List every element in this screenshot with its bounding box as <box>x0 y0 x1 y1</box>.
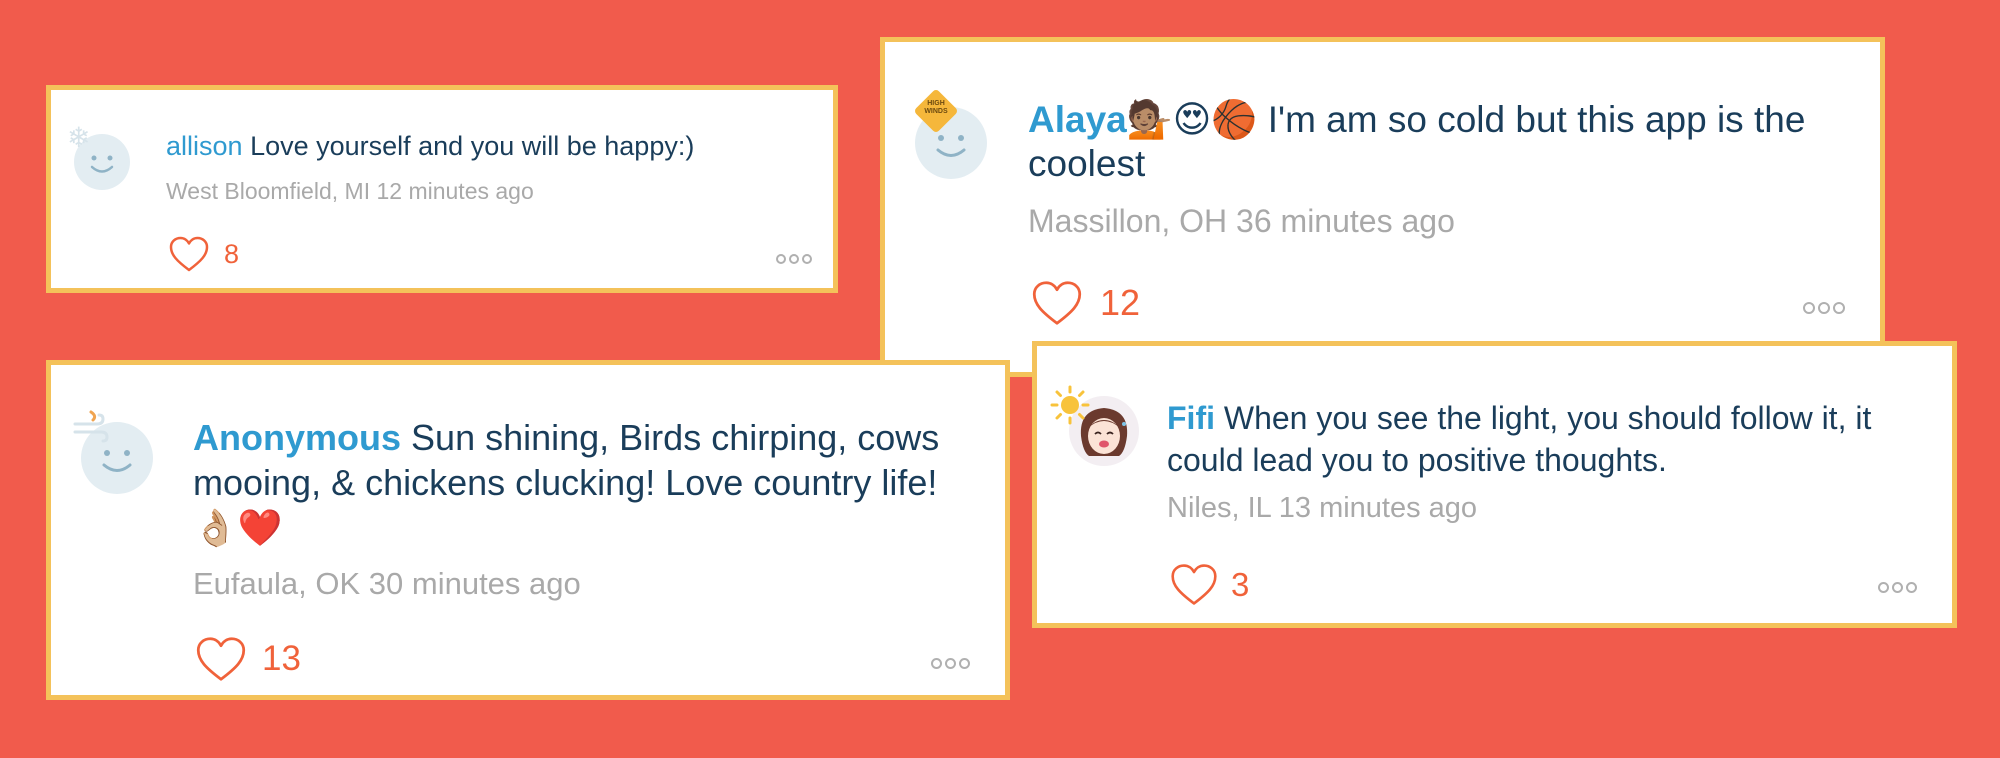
post-card-allison[interactable]: ❄ allison Love yourself and you will be … <box>46 85 838 293</box>
like-count: 12 <box>1100 282 1141 323</box>
dot-icon <box>1892 582 1903 593</box>
timestamp: 30 minutes ago <box>368 566 581 601</box>
username[interactable]: Alaya <box>1028 99 1127 140</box>
timestamp: 36 minutes ago <box>1236 203 1455 239</box>
post-meta: Niles, IL 13 minutes ago <box>1167 492 1477 525</box>
emoji-group: 👌🏼❤️ <box>193 508 283 549</box>
username[interactable]: Anonymous <box>193 417 401 458</box>
heart-icon <box>1171 564 1217 605</box>
like-count: 3 <box>1231 565 1250 603</box>
post-text: Fifi When you see the light, you should … <box>1167 398 1927 481</box>
dot-icon <box>776 254 786 264</box>
like-button[interactable]: 3 <box>1169 562 1249 607</box>
post-text: Alaya💁🏽😍🏀 I'm am so cold but this app is… <box>1028 98 1848 185</box>
post-card-anonymous[interactable]: Anonymous Sun shining, Birds chirping, c… <box>46 360 1010 700</box>
username[interactable]: Fifi <box>1167 400 1215 436</box>
dot-icon <box>959 658 970 669</box>
post-meta: Massillon, OH 36 minutes ago <box>1028 203 1455 240</box>
like-count: 13 <box>262 639 301 678</box>
more-options-button[interactable] <box>931 658 970 669</box>
like-button[interactable]: 12 <box>1030 279 1140 327</box>
timestamp: 13 minutes ago <box>1278 492 1478 524</box>
more-options-button[interactable] <box>1803 302 1845 314</box>
post-meta: West Bloomfield, MI 12 minutes ago <box>166 178 534 205</box>
username[interactable]: allison <box>166 131 243 161</box>
heart-icon <box>1032 281 1082 325</box>
location: Eufaula, OK <box>193 566 361 601</box>
heart-icon <box>169 236 209 272</box>
wind-icon <box>71 410 111 446</box>
post-text: allison Love yourself and you will be ha… <box>166 131 806 163</box>
dot-icon <box>945 658 956 669</box>
dot-icon <box>931 658 942 669</box>
timestamp: 12 minutes ago <box>376 178 534 204</box>
message: Love yourself and you will be happy:) <box>250 131 695 161</box>
dot-icon <box>1833 302 1845 314</box>
dot-icon <box>1906 582 1917 593</box>
heart-icon <box>196 637 246 681</box>
location: Niles, IL <box>1167 492 1271 524</box>
more-options-button[interactable] <box>776 254 812 264</box>
post-meta: Eufaula, OK 30 minutes ago <box>193 566 581 602</box>
like-button[interactable]: 8 <box>168 235 239 273</box>
post-card-alaya[interactable]: HIGH WINDS Alaya💁🏽😍🏀 I'm am so cold but … <box>880 37 1885 377</box>
dot-icon <box>1818 302 1830 314</box>
like-button[interactable]: 13 <box>194 635 301 683</box>
dot-icon <box>1878 582 1889 593</box>
like-count: 8 <box>224 238 240 269</box>
high-winds-badge: HIGH WINDS <box>910 85 962 137</box>
sun-icon <box>1049 384 1091 426</box>
post-text: Anonymous Sun shining, Birds chirping, c… <box>193 415 983 551</box>
dot-icon <box>802 254 812 264</box>
dot-icon <box>1803 302 1815 314</box>
location: Massillon, OH <box>1028 203 1228 239</box>
more-options-button[interactable] <box>1878 582 1917 593</box>
dot-icon <box>789 254 799 264</box>
emoji-group: 💁🏽😍🏀 <box>1126 98 1258 141</box>
post-card-fifi[interactable]: Fifi When you see the light, you should … <box>1032 341 1957 628</box>
message: When you see the light, you should follo… <box>1167 400 1872 478</box>
location: West Bloomfield, MI <box>166 178 371 204</box>
snowflake-icon: ❄ <box>67 121 91 154</box>
badge-label: HIGH WINDS <box>924 100 948 116</box>
